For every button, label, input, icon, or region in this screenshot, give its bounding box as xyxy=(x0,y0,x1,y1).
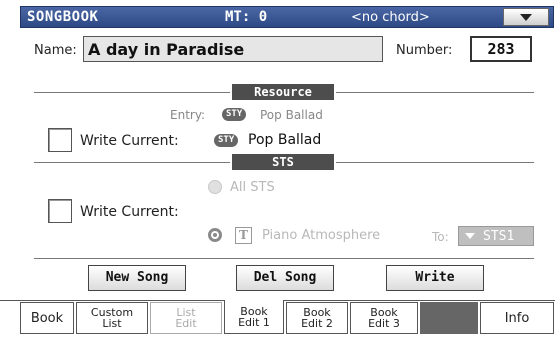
write-current-sts-checkbox[interactable] xyxy=(48,199,72,223)
songbook-window: SONGBOOK MT: 0 <no chord> Name: A day in… xyxy=(0,0,555,338)
number-label: Number: xyxy=(396,43,453,58)
name-label: Name: xyxy=(34,43,77,58)
tab-info-label: Info xyxy=(504,310,530,326)
title-bar: SONGBOOK MT: 0 <no chord> xyxy=(20,6,554,28)
name-field[interactable]: A day in Paradise xyxy=(83,36,383,62)
tab-book-edit-1-label-1: Book xyxy=(240,304,268,318)
sts-section-header: STS xyxy=(232,154,334,170)
sty-badge: STY xyxy=(214,134,239,147)
page-title: SONGBOOK xyxy=(27,9,99,25)
number-field[interactable]: 283 xyxy=(470,36,532,62)
new-song-button[interactable]: New Song xyxy=(88,265,186,291)
text-icon: T xyxy=(235,227,252,244)
chevron-down-icon xyxy=(520,14,532,21)
write-button[interactable]: Write xyxy=(386,265,484,291)
resource-section-header: Resource xyxy=(232,84,334,100)
tab-book-edit-2[interactable]: Book Edit 2 xyxy=(286,302,348,334)
tab-book[interactable]: Book xyxy=(20,302,74,334)
tab-book-edit-3-label-2: Edit 3 xyxy=(368,317,400,330)
entry-label: Entry: xyxy=(170,108,206,122)
divider-line xyxy=(34,258,534,259)
entry-value: Pop Ballad xyxy=(260,108,323,122)
single-sts-radio[interactable] xyxy=(208,228,222,242)
all-sts-radio[interactable] xyxy=(208,180,222,194)
divider-line xyxy=(336,92,534,93)
divider-line xyxy=(34,162,230,163)
tab-list-edit[interactable]: List Edit xyxy=(150,302,222,334)
tab-book-edit-2-label-2: Edit 2 xyxy=(301,317,333,330)
tab-custom-list[interactable]: Custom List xyxy=(76,302,148,334)
divider-line xyxy=(34,92,230,93)
tab-bar-filler xyxy=(420,302,478,334)
sts-destination-value: STS1 xyxy=(483,229,515,244)
write-current-label: Write Current: xyxy=(80,204,179,220)
chevron-down-icon xyxy=(465,233,475,239)
sty-badge: STY xyxy=(222,108,247,121)
chord-display: <no chord> xyxy=(351,10,430,25)
single-sts-label: Piano Atmosphere xyxy=(262,228,381,243)
current-style-value: Pop Ballad xyxy=(248,132,322,148)
tab-book-edit-1[interactable]: Book Edit 1 xyxy=(224,300,284,334)
del-song-button[interactable]: Del Song xyxy=(236,265,334,291)
tab-book-edit-3[interactable]: Book Edit 3 xyxy=(350,302,418,334)
tab-book-edit-1-label-2: Edit 1 xyxy=(238,315,270,329)
tab-info[interactable]: Info xyxy=(480,302,554,334)
to-label: To: xyxy=(432,230,449,244)
page-menu-button[interactable] xyxy=(503,8,549,26)
write-current-label: Write Current: xyxy=(80,133,179,149)
all-sts-label: All STS xyxy=(230,180,275,195)
sts-destination-select[interactable]: STS1 xyxy=(458,226,534,246)
write-current-resource-checkbox[interactable] xyxy=(48,128,72,152)
tab-list-edit-label-2: Edit xyxy=(175,317,197,330)
divider-line xyxy=(336,162,534,163)
tab-book-label: Book xyxy=(30,310,64,326)
tab-custom-list-label-2: List xyxy=(102,317,122,330)
master-transpose: MT: 0 xyxy=(225,9,268,25)
